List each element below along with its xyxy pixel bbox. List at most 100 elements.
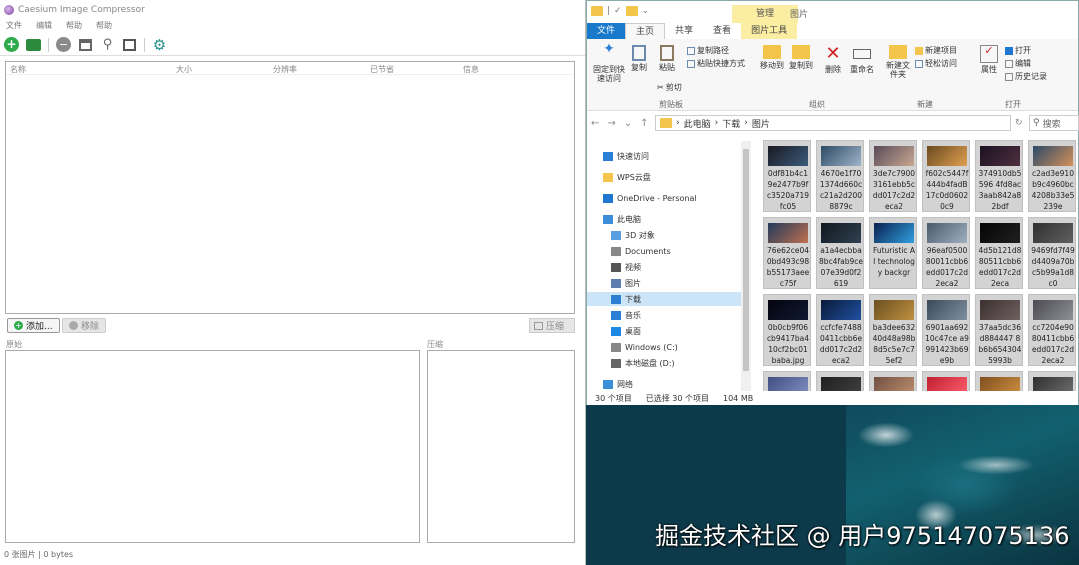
file-tile[interactable]: 0b0cb9f06cb9417ba410cf2bc01baba.jpg bbox=[763, 294, 811, 366]
file-tile[interactable]: 3de7c79003161ebb5cdd017c2d2eca2 bbox=[869, 140, 917, 212]
paste-shortcut-button[interactable]: 粘贴快捷方式 bbox=[687, 58, 745, 69]
file-tile[interactable]: ba3dee63240d48a98b8d5c5e7c75ef2 bbox=[869, 294, 917, 366]
refresh-icon[interactable]: ↻ bbox=[1015, 118, 1023, 128]
forward-arrow-icon[interactable]: → bbox=[603, 118, 619, 129]
clear-list-button[interactable] bbox=[78, 37, 93, 52]
menu-edit[interactable]: 编辑 bbox=[36, 20, 52, 34]
file-tile[interactable] bbox=[922, 371, 970, 391]
nav-item[interactable]: Documents bbox=[611, 244, 671, 258]
file-tile[interactable]: 4d5b121d880511cbb6edd017c2d2eca bbox=[975, 217, 1023, 289]
search-box[interactable]: ⚲ 搜索 bbox=[1029, 115, 1079, 131]
file-tile[interactable]: 9469fd7f49d4409a70bc5b99a1d8c0 bbox=[1028, 217, 1076, 289]
file-tile[interactable] bbox=[1028, 371, 1076, 391]
new-item-button[interactable]: 新建项目 bbox=[915, 45, 957, 56]
breadcrumb-this-pc[interactable]: 此电脑 bbox=[684, 117, 711, 130]
nav-scrollbar-thumb[interactable] bbox=[743, 149, 749, 371]
menu-file[interactable]: 文件 bbox=[6, 20, 22, 34]
delete-button[interactable]: ✕ 删除 bbox=[820, 45, 846, 75]
cut-label: 剪切 bbox=[665, 83, 682, 92]
nav-item[interactable]: 音乐 bbox=[611, 308, 641, 322]
file-tile[interactable] bbox=[869, 371, 917, 391]
file-tile[interactable]: cc7204e9080411cbb6edd017c2d2eca2 bbox=[1028, 294, 1076, 366]
edit-button[interactable]: 编辑 bbox=[1005, 58, 1031, 69]
nav-scrollbar[interactable] bbox=[741, 141, 751, 391]
nav-item[interactable]: OneDrive - Personal bbox=[603, 191, 697, 205]
column-resolution[interactable]: 分辨率 bbox=[273, 64, 297, 75]
address-bar[interactable]: › 此电脑 › 下载 › 图片 bbox=[655, 115, 1011, 131]
nav-item[interactable]: 网络 bbox=[603, 377, 633, 391]
tab-picture-tools[interactable]: 图片工具 bbox=[741, 23, 798, 39]
paste-button[interactable]: 粘贴 bbox=[655, 45, 679, 72]
breadcrumb-separator: › bbox=[676, 118, 680, 128]
gear-icon[interactable]: ⚙ bbox=[152, 36, 167, 54]
nav-item[interactable]: 快速访问 bbox=[603, 149, 649, 163]
recent-dropdown-icon[interactable]: ⌄ bbox=[620, 118, 636, 129]
file-tile[interactable]: f602c5447f444b4fadB17c0d06020c9 bbox=[922, 140, 970, 212]
nav-item[interactable]: 图片 bbox=[611, 276, 641, 290]
remove-icon[interactable]: − bbox=[56, 37, 71, 52]
menu-help-2[interactable]: 帮助 bbox=[96, 20, 112, 34]
nav-item[interactable]: 3D 对象 bbox=[611, 228, 655, 242]
add-folder-button[interactable] bbox=[26, 37, 41, 52]
file-tile[interactable]: 0df81b4c19e2477b9fc3520a719fc05 bbox=[763, 140, 811, 212]
tab-file[interactable]: 文件 bbox=[587, 23, 626, 39]
remove-button[interactable]: 移除 bbox=[62, 318, 107, 333]
file-tile[interactable]: 374910db5596 4fd8ac3aab842a82bdf bbox=[975, 140, 1023, 212]
column-size[interactable]: 大小 bbox=[176, 64, 192, 75]
copy-button[interactable]: 复制 bbox=[627, 45, 651, 72]
file-tile[interactable]: c2ad3e910b9c4960bc4208b33e5239e bbox=[1028, 140, 1076, 212]
history-button[interactable]: 历史记录 bbox=[1005, 71, 1047, 82]
nav-item[interactable]: 下载 bbox=[587, 292, 742, 306]
file-tile[interactable]: 76e62ce040bd493c98b55173aeec75f bbox=[763, 217, 811, 289]
file-tile[interactable] bbox=[763, 371, 811, 391]
tab-view[interactable]: 查看 bbox=[703, 23, 741, 39]
file-tile[interactable]: 6901aa69210c47ce a9991423b69e9b bbox=[922, 294, 970, 366]
pin-quick-access-button[interactable]: ✦ 固定到快速访问 bbox=[593, 42, 625, 83]
rename-button[interactable]: 重命名 bbox=[847, 45, 877, 74]
nav-item[interactable]: 视频 bbox=[611, 260, 641, 274]
move-to-button[interactable]: 移动到 bbox=[757, 45, 787, 70]
add-files-icon[interactable]: + bbox=[4, 37, 19, 52]
nav-item[interactable]: Windows (C:) bbox=[611, 340, 678, 354]
properties-button[interactable]: ✓ 属性 bbox=[977, 45, 1001, 74]
open-button[interactable]: 打开 bbox=[1005, 45, 1031, 56]
add-button[interactable]: + 添加... bbox=[7, 318, 60, 333]
file-tile[interactable]: Futuristic AI technology backgr bbox=[869, 217, 917, 289]
column-name[interactable]: 名称 bbox=[10, 64, 26, 75]
breadcrumb-pictures[interactable]: 图片 bbox=[752, 117, 770, 130]
tab-home[interactable]: 主页 bbox=[625, 23, 666, 39]
copy-path-button[interactable]: 复制路径 bbox=[687, 45, 729, 56]
context-tab-manage[interactable]: 管理 bbox=[732, 5, 798, 23]
cut-button[interactable]: ✂ 剪切 bbox=[657, 82, 682, 93]
file-list[interactable]: 名称 大小 分辨率 已节省 信息 bbox=[5, 61, 575, 314]
new-folder-button[interactable]: 新建文件夹 bbox=[883, 45, 913, 79]
file-tile[interactable]: 37aa5dc36d884447 8b6b6543045993b bbox=[975, 294, 1023, 366]
new-folder-quick-icon[interactable] bbox=[625, 6, 638, 16]
compress-button-icon[interactable] bbox=[122, 37, 137, 52]
file-tile[interactable]: a1a4ecbba8bc4fab9ce07e39d0f2619 bbox=[816, 217, 864, 289]
back-arrow-icon[interactable]: ← bbox=[587, 118, 603, 129]
nav-item[interactable]: WPS云盘 bbox=[603, 170, 651, 184]
tab-share[interactable]: 共享 bbox=[665, 23, 703, 39]
menu-help[interactable]: 帮助 bbox=[66, 20, 82, 34]
file-tile[interactable] bbox=[975, 371, 1023, 391]
quick-access-dropdown-icon[interactable]: ⌄ bbox=[642, 6, 650, 16]
nav-item[interactable]: 本地磁盘 (D:) bbox=[611, 356, 675, 370]
file-tile[interactable]: 4670e1f701374d660cc21a2d2008879c bbox=[816, 140, 864, 212]
easy-access-button[interactable]: 轻松访问 bbox=[915, 58, 957, 69]
copy-to-button[interactable]: 复制到 bbox=[786, 45, 816, 70]
properties-quick-icon[interactable]: | bbox=[607, 6, 610, 16]
nav-item[interactable]: 此电脑 bbox=[603, 212, 641, 226]
up-arrow-icon[interactable]: ↑ bbox=[636, 118, 652, 129]
compress-button[interactable]: 压缩 bbox=[529, 318, 575, 333]
file-tile[interactable]: 96eaf050080011cbb6edd017c2d2eca2 bbox=[922, 217, 970, 289]
check-quick-icon[interactable]: ✓ bbox=[614, 6, 622, 16]
search-icon[interactable]: ⚲ bbox=[100, 37, 115, 52]
file-tile[interactable] bbox=[816, 371, 864, 391]
column-info[interactable]: 信息 bbox=[463, 64, 479, 75]
file-tile[interactable]: ccfcfe74880411cbb6edd017c2d2eca2 bbox=[816, 294, 864, 366]
column-saved[interactable]: 已节省 bbox=[370, 64, 394, 75]
breadcrumb-downloads[interactable]: 下载 bbox=[722, 117, 740, 130]
nav-item[interactable]: 桌面 bbox=[611, 324, 641, 338]
file-name: ba3dee63240d48a98b8d5c5e7c75ef2 bbox=[872, 323, 916, 365]
